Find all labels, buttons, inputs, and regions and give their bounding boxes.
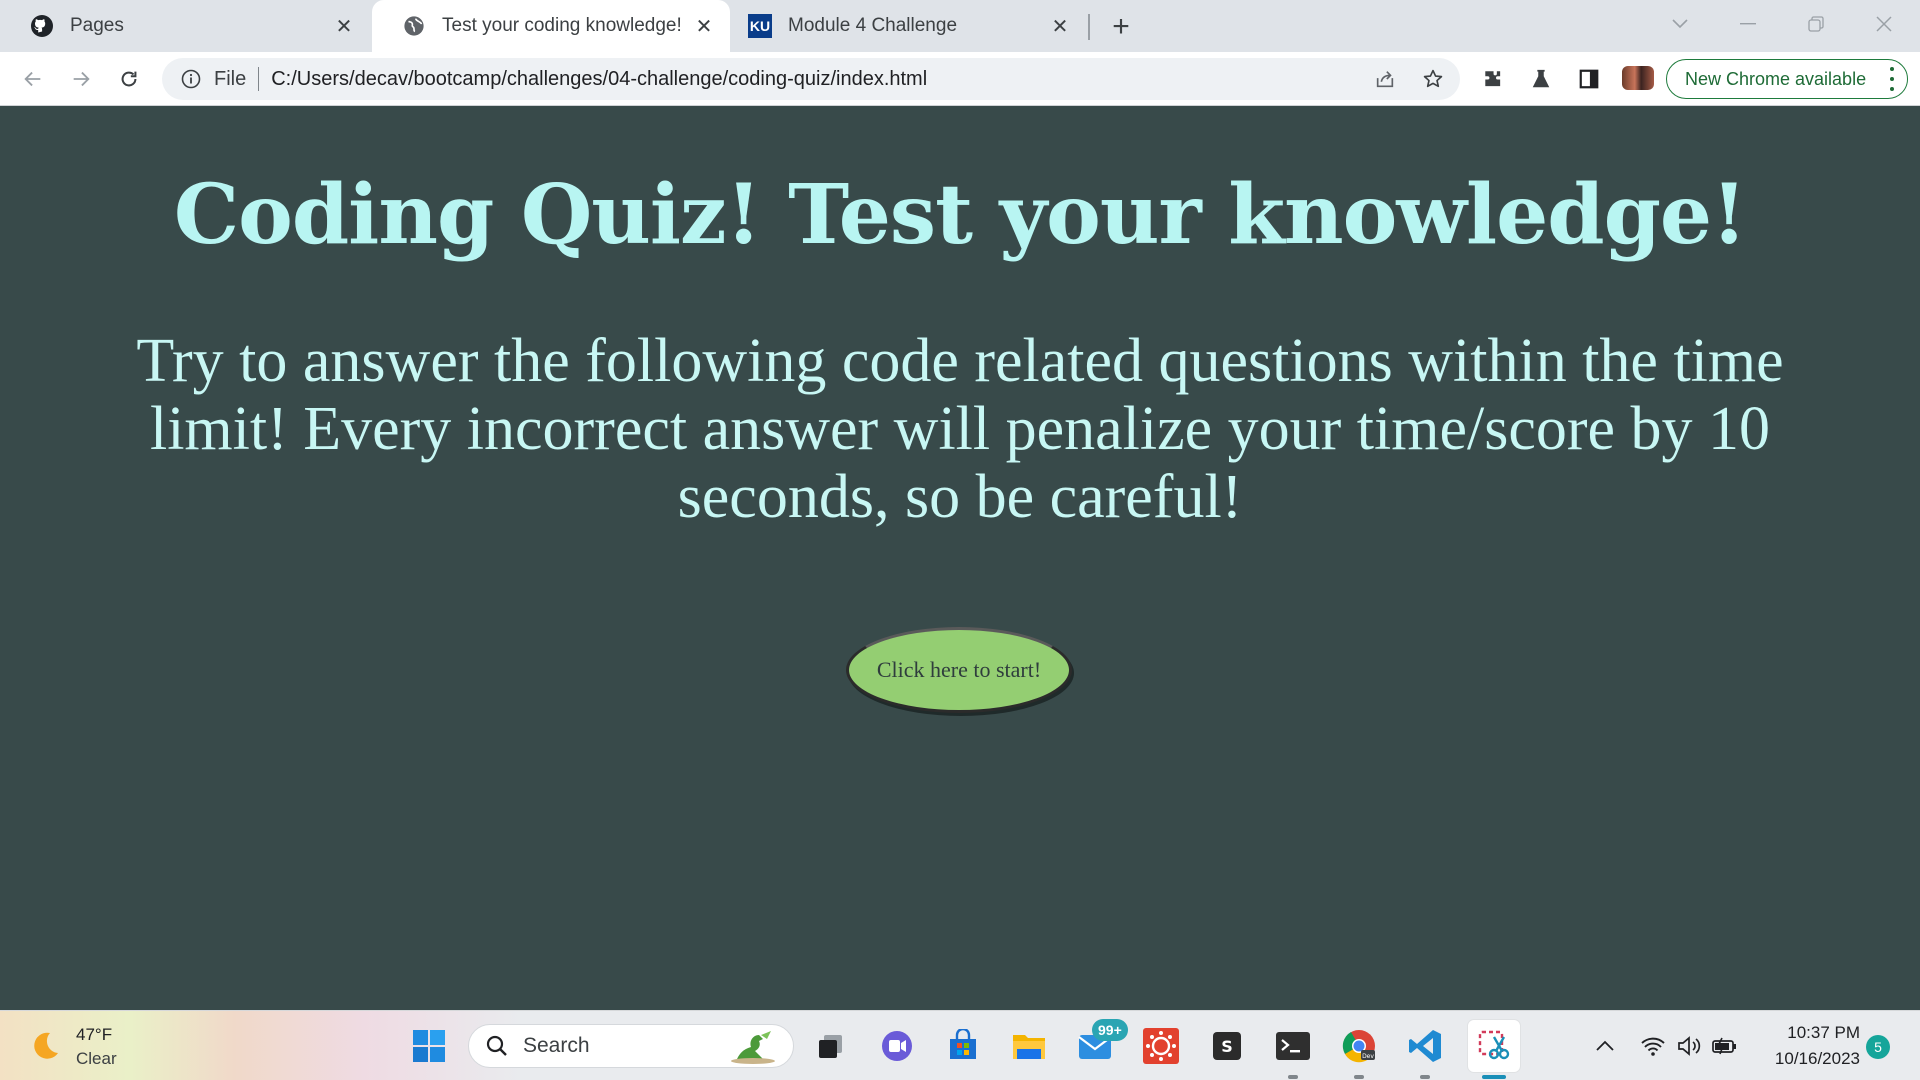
task-view-icon[interactable] [810,1025,852,1067]
moon-icon[interactable] [28,1029,62,1063]
tab-quiz[interactable]: Test your coding knowledge! ✕ [372,0,730,52]
quiz-instructions: Try to answer the following code related… [136,327,1784,531]
terminal-icon[interactable] [1272,1025,1314,1067]
file-explorer-icon[interactable] [1008,1025,1050,1067]
canvas-lms-icon[interactable] [1140,1025,1182,1067]
tab-module-4[interactable]: KU Module 4 Challenge ✕ [730,0,1086,52]
globe-icon [402,14,426,38]
extensions-icon[interactable] [1476,62,1510,96]
page-title: Coding Quiz! Test your knowledge! [173,167,1747,263]
labs-flask-icon[interactable] [1524,62,1558,96]
tab-search-icon[interactable] [1662,8,1698,40]
new-tab-button[interactable]: + [1106,10,1136,43]
share-icon[interactable] [1368,62,1402,96]
clock-date[interactable]: 10/16/2023 [1740,1049,1860,1069]
github-icon [30,14,54,38]
snipping-active-indicator [1482,1075,1506,1079]
microsoft-store-icon[interactable] [942,1025,984,1067]
volume-icon[interactable] [1674,1031,1704,1061]
close-tab-icon[interactable]: ✕ [1048,14,1072,38]
profile-avatar[interactable] [1622,66,1654,90]
teams-chat-icon[interactable] [876,1025,918,1067]
svg-text:S: S [1221,1037,1233,1056]
side-panel-icon[interactable] [1572,62,1606,96]
quiz-page: Coding Quiz! Test your knowledge! Try to… [0,107,1920,1010]
notification-count-badge[interactable]: 5 [1866,1035,1890,1059]
tab-separator [1088,14,1090,40]
close-window-icon[interactable] [1866,8,1902,40]
windows-taskbar: 47°F Clear Search 99+ S Dev 10:37 PM 10/… [0,1010,1920,1080]
tab-pages[interactable]: Pages ✕ [0,0,370,52]
close-tab-icon[interactable]: ✕ [692,14,716,38]
forward-button[interactable] [64,62,98,96]
tab-label: Pages [70,15,124,36]
back-button[interactable] [16,62,50,96]
chrome-running-indicator [1354,1075,1364,1079]
svg-text:Dev: Dev [1362,1053,1374,1060]
taskbar-search[interactable]: Search [468,1024,794,1068]
vscode-icon[interactable] [1404,1025,1446,1067]
search-label: Search [523,1034,590,1057]
weather-condition[interactable]: Clear [76,1049,117,1069]
minimize-icon[interactable] [1730,8,1766,40]
terminal-running-indicator [1288,1075,1298,1079]
snipping-tool-icon[interactable] [1468,1020,1520,1072]
close-tab-icon[interactable]: ✕ [332,14,356,38]
tab-strip: Pages ✕ Test your coding knowledge! ✕ KU… [0,0,1920,52]
wifi-icon[interactable] [1638,1031,1668,1061]
more-menu-icon[interactable] [1889,67,1895,91]
url-text[interactable]: C:/Users/decav/bootcamp/challenges/04-ch… [271,68,927,91]
show-hidden-icons-chevron-up-icon[interactable] [1590,1031,1620,1061]
scheme-label: File [214,67,247,90]
address-bar[interactable]: File C:/Users/decav/bootcamp/challenges/… [162,58,1460,100]
ku-icon: KU [748,14,772,38]
address-divider [258,67,260,91]
chrome-dev-icon[interactable]: Dev [1338,1025,1380,1067]
site-info-icon[interactable] [180,68,202,90]
bookmark-star-icon[interactable] [1416,62,1450,96]
weather-temperature[interactable]: 47°F [76,1025,112,1045]
start-quiz-button[interactable]: Click here to start! [846,627,1072,713]
chrome-update-button[interactable]: New Chrome available [1666,59,1908,99]
restore-icon[interactable] [1798,8,1834,40]
update-label: New Chrome available [1685,68,1867,89]
battery-charging-icon[interactable] [1710,1031,1740,1061]
vscode-running-indicator [1420,1075,1430,1079]
dragon-highlight-icon [731,1031,775,1064]
search-icon [486,1035,507,1056]
tab-label: Test your coding knowledge! [442,15,682,36]
windows-start-icon[interactable] [408,1025,450,1067]
clock-time[interactable]: 10:37 PM [1740,1023,1860,1043]
reload-button[interactable] [112,62,146,96]
mail-unread-badge: 99+ [1092,1019,1128,1041]
tab-label: Module 4 Challenge [788,15,958,36]
slack-s-icon[interactable]: S [1206,1025,1248,1067]
